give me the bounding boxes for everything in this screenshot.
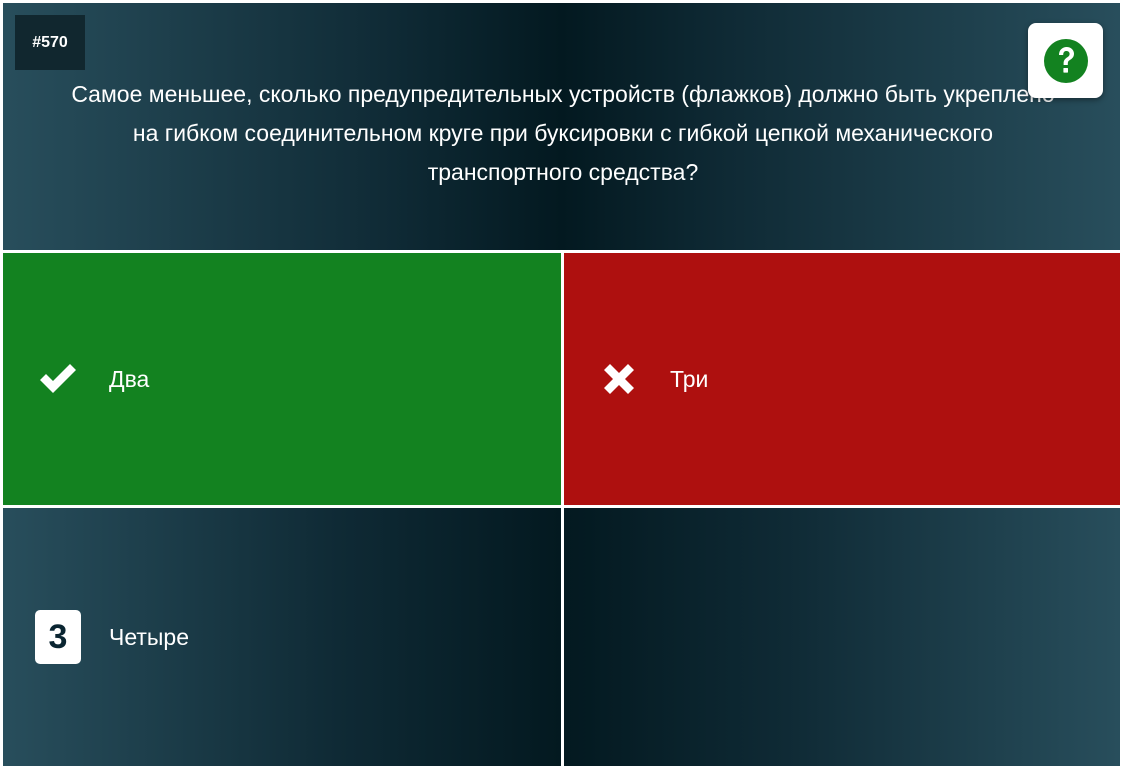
answer-label: Три	[670, 365, 709, 392]
question-text: Самое меньшее, сколько предупредительных…	[71, 81, 1055, 185]
question-number: #570	[15, 15, 85, 70]
question-panel: #570 Самое меньшее, сколько предупредите…	[3, 3, 1120, 250]
answer-option-2[interactable]: Три	[564, 253, 1120, 505]
quiz-frame: #570 Самое меньшее, сколько предупредите…	[0, 0, 1123, 769]
check-icon	[35, 356, 81, 402]
answer-number-badge: 3	[35, 610, 81, 664]
answer-option-empty	[564, 508, 1120, 766]
question-circle-icon	[1043, 38, 1089, 84]
answer-label: Четыре	[109, 623, 190, 650]
answer-number-slot: 3	[35, 610, 81, 664]
answer-label: Два	[109, 365, 150, 392]
answer-option-1[interactable]: Два	[3, 253, 561, 505]
cross-icon	[596, 356, 642, 402]
answer-option-3[interactable]: 3 Четыре	[3, 508, 561, 766]
help-button[interactable]	[1028, 23, 1103, 98]
